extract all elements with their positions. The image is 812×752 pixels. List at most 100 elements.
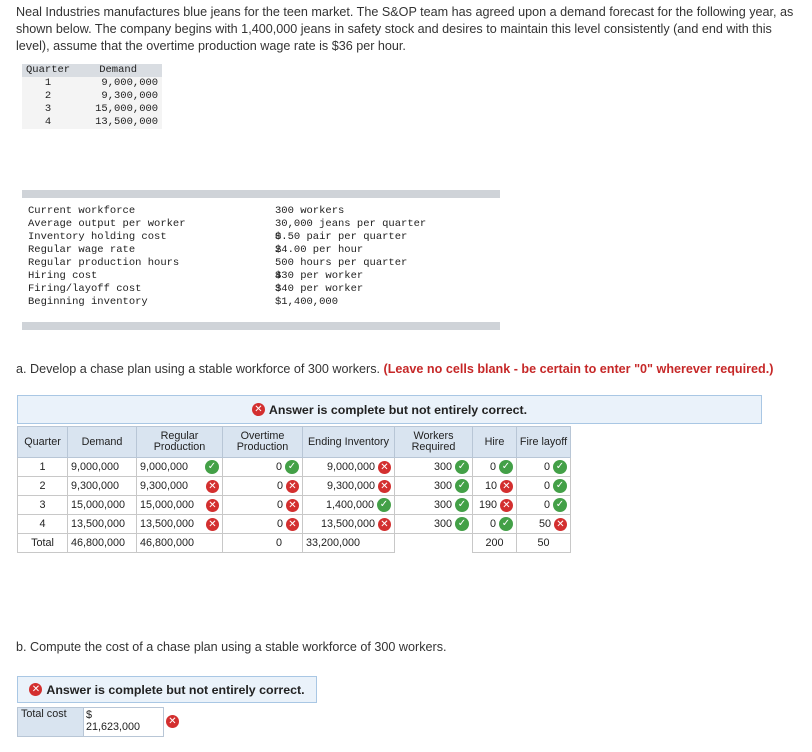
overtime-production-input[interactable]: 0 ✕ xyxy=(222,514,303,534)
correct-icon: ✓ xyxy=(455,460,469,474)
ending-inventory-input[interactable]: 13,500,000 ✕ xyxy=(302,514,395,534)
problem-intro: Neal Industries manufactures blue jeans … xyxy=(16,5,794,53)
workers-required-value: 300 xyxy=(433,518,452,530)
incorrect-icon: ✕ xyxy=(378,517,391,531)
regular-production-input[interactable]: 9,000,000 ✓ xyxy=(136,457,223,477)
total-ending-inventory: 33,200,000 xyxy=(302,533,395,553)
chase-table-total-row: Total 46,800,000 46,800,000 0 33,200,000 200 5… xyxy=(17,533,571,553)
parameters-top-bar xyxy=(22,190,500,198)
correct-icon: ✓ xyxy=(377,498,391,512)
hire-input[interactable]: 0 ✓ xyxy=(472,457,517,477)
hire-input[interactable]: 190 ✕ xyxy=(472,495,517,515)
hire-value: 0 xyxy=(489,461,496,473)
answer-banner-a: ✕ Answer is complete but not entirely co… xyxy=(17,395,762,424)
workers-required-input[interactable]: 300 ✓ xyxy=(394,495,473,515)
demand-table-row: 4 13,500,000 xyxy=(22,116,163,129)
regular-production-input[interactable]: 15,000,000 ✕ xyxy=(136,495,223,515)
incorrect-icon: ✕ xyxy=(554,517,567,531)
parameter-label: Current workforce xyxy=(28,205,136,217)
ending-inventory-value: 9,300,000 xyxy=(326,480,375,492)
hire-input[interactable]: 0 ✓ xyxy=(472,514,517,534)
answer-banner-b: ✕ Answer is complete but not entirely co… xyxy=(17,676,317,703)
ending-inventory-input[interactable]: 1,400,000 ✓ xyxy=(302,495,395,515)
fire-layoff-input[interactable]: 50 ✕ xyxy=(516,514,571,534)
header-overtime-production: Overtime Production xyxy=(222,426,303,458)
correct-icon: ✓ xyxy=(499,517,513,531)
total-cost-input[interactable]: $ 21,623,000 ✕ xyxy=(83,707,179,737)
question-b: b. Compute the cost of a chase plan usin… xyxy=(16,640,447,654)
overtime-production-input[interactable]: 0 ✓ xyxy=(222,457,303,477)
parameter-label: Regular wage rate xyxy=(28,244,136,256)
demand-quarter-cell: 2 xyxy=(22,90,75,103)
answer-banner-b-text: Answer is complete but not entirely corr… xyxy=(46,682,305,697)
demand-table-header-quarter: Quarter xyxy=(22,64,75,77)
question-a-note: (Leave no cells blank - be certain to en… xyxy=(383,362,774,376)
parameter-value: 300 workers xyxy=(275,205,345,217)
total-overtime-production: 0 xyxy=(222,533,303,553)
answer-banner-a-text: Answer is complete but not entirely corr… xyxy=(268,402,528,417)
ending-inventory-value: 1,400,000 xyxy=(325,499,374,511)
overtime-production-value: 0 xyxy=(276,499,283,511)
ending-inventory-input[interactable]: 9,000,000 ✕ xyxy=(302,457,395,477)
incorrect-icon: ✕ xyxy=(500,498,513,512)
workers-required-input[interactable]: 300 ✓ xyxy=(394,476,473,496)
fire-layoff-input[interactable]: 0 ✓ xyxy=(516,476,571,496)
workers-required-input[interactable]: 300 ✓ xyxy=(394,514,473,534)
demand-cell: 9,000,000 xyxy=(67,457,137,477)
demand-value-cell: 9,000,000 xyxy=(74,77,163,90)
parameter-label: Inventory holding cost xyxy=(28,231,167,243)
ending-inventory-input[interactable]: 9,300,000 ✕ xyxy=(302,476,395,496)
incorrect-icon: ✕ xyxy=(500,479,513,493)
workers-required-value: 300 xyxy=(433,499,452,511)
correct-icon: ✓ xyxy=(455,517,469,531)
total-cost-label: Total cost xyxy=(17,707,84,737)
correct-icon: ✓ xyxy=(553,498,567,512)
total-cost-table: Total cost $ 21,623,000 ✕ xyxy=(17,707,179,737)
parameter-label: Beginning inventory xyxy=(28,296,148,308)
overtime-production-value: 0 xyxy=(276,480,283,492)
parameter-label: Average output per worker xyxy=(28,218,186,230)
regular-production-input[interactable]: 13,500,000 ✕ xyxy=(136,514,223,534)
fire-layoff-input[interactable]: 0 ✓ xyxy=(516,495,571,515)
parameter-value: $1,400,000 xyxy=(275,296,339,308)
overtime-production-value: 0 xyxy=(275,461,282,473)
overtime-production-input[interactable]: 0 ✕ xyxy=(222,495,303,515)
demand-value-cell: 15,000,000 xyxy=(74,103,163,116)
parameter-label: Hiring cost xyxy=(28,270,98,282)
correct-icon: ✓ xyxy=(285,460,299,474)
quarter-cell: 3 xyxy=(17,495,68,515)
correct-icon: ✓ xyxy=(455,498,469,512)
chase-table-row: 3 15,000,000 15,000,000 ✕ 0 ✕ 1,400,000 ✓ 300 ✓ 19… xyxy=(17,495,571,515)
workers-required-input[interactable]: 300 ✓ xyxy=(394,457,473,477)
question-a: a. Develop a chase plan using a stable w… xyxy=(16,362,773,376)
fire-layoff-input[interactable]: 0 ✓ xyxy=(516,457,571,477)
correct-icon: ✓ xyxy=(499,460,513,474)
parameter-value: 0.50 pair per quarter xyxy=(275,231,408,243)
parameter-label: Regular production hours xyxy=(28,257,180,269)
parameter-row: Regular production hours 500 hours per qu… xyxy=(22,257,500,270)
regular-production-value: 9,300,000 xyxy=(140,480,189,492)
regular-production-input[interactable]: 9,300,000 ✕ xyxy=(136,476,223,496)
demand-value-cell: 9,300,000 xyxy=(74,90,163,103)
overtime-production-input[interactable]: 0 ✕ xyxy=(222,476,303,496)
ending-inventory-value: 9,000,000 xyxy=(326,461,375,473)
demand-cell: 13,500,000 xyxy=(67,514,137,534)
header-demand: Demand xyxy=(67,426,137,458)
total-demand: 46,800,000 xyxy=(67,533,137,553)
fire-layoff-value: 0 xyxy=(543,480,550,492)
demand-table-row: 3 15,000,000 xyxy=(22,103,163,116)
correct-icon: ✓ xyxy=(553,460,567,474)
incorrect-icon: ✕ xyxy=(206,498,219,512)
total-cost-value: 21,623,000 xyxy=(86,721,141,733)
overtime-production-value: 0 xyxy=(276,518,283,530)
hire-input[interactable]: 10 ✕ xyxy=(472,476,517,496)
parameter-row: Inventory holding cost $0.50 pair per qua… xyxy=(22,231,500,244)
chase-table-row: 4 13,500,000 13,500,000 ✕ 0 ✕ 13,500,000 ✕ 300 ✓ 0… xyxy=(17,514,571,534)
regular-production-value: 15,000,000 xyxy=(140,499,195,511)
parameter-row: Beginning inventory $1,400,000 xyxy=(22,296,500,309)
parameter-value: 340 per worker xyxy=(275,283,364,295)
incorrect-icon: ✕ xyxy=(286,498,299,512)
demand-cell: 9,300,000 xyxy=(67,476,137,496)
parameters-bottom-bar xyxy=(22,322,500,330)
parameter-row: Regular wage rate $24.00 per hour xyxy=(22,244,500,257)
